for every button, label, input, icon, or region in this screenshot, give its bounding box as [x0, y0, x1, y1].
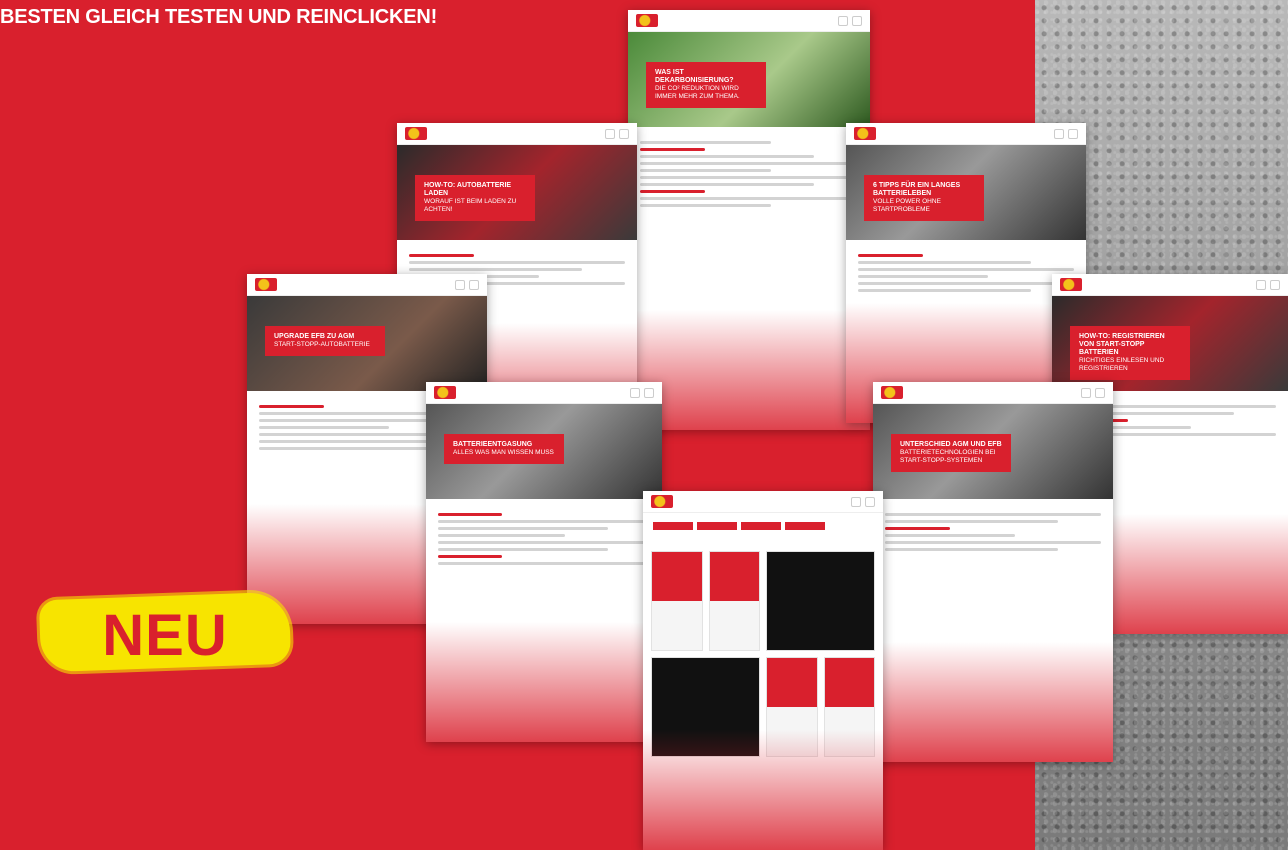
- hero-image: WAS IST DEKARBONISIERUNG? DIE CO² REDUKTI…: [628, 32, 870, 127]
- hero-badge: HOW-TO: REGISTRIEREN VON START-STOPP BAT…: [1070, 326, 1190, 380]
- hero-badge: BATTERIEENTGASUNG ALLES WAS MAN WISSEN MU…: [444, 434, 564, 464]
- banner-logo: [405, 127, 427, 140]
- article-card[interactable]: [708, 551, 760, 651]
- hero-image: 6 TIPPS FÜR EIN LANGES BATTERIELEBEN VOLL…: [846, 145, 1086, 240]
- page-6-tipps[interactable]: 6 TIPPS FÜR EIN LANGES BATTERIELEBEN VOLL…: [846, 123, 1086, 423]
- mail-icon[interactable]: [469, 279, 479, 290]
- page-title: HOW-TO: AUTOBATTERIE LADEN: [424, 182, 512, 197]
- mail-icon[interactable]: [865, 496, 875, 507]
- page-subtitle: DIE CO² REDUKTION WIRD IMMER MEHR ZUM TH…: [655, 85, 740, 100]
- banner-logo: [854, 127, 876, 140]
- mail-icon[interactable]: [1270, 279, 1280, 290]
- hero-image: HOW-TO: REGISTRIEREN VON START-STOPP BAT…: [1052, 296, 1288, 391]
- page-nav-bar: [628, 10, 870, 32]
- heart-icon[interactable]: [838, 15, 848, 26]
- mail-icon[interactable]: [1095, 387, 1105, 398]
- page-subtitle: START-STOPP-AUTOBATTERIE: [274, 341, 370, 348]
- hero-badge: UNTERSCHIED AGM UND EFB BATTERIETECHNOLOG…: [891, 434, 1011, 472]
- heart-icon[interactable]: [605, 128, 615, 139]
- page-nav-bar: [643, 491, 883, 513]
- page-nav-bar: [1052, 274, 1288, 296]
- page-subtitle: ALLES WAS MAN WISSEN MUSS: [453, 449, 554, 456]
- hero-image: BATTERIEENTGASUNG ALLES WAS MAN WISSEN MU…: [426, 404, 662, 499]
- hero-badge: HOW-TO: AUTOBATTERIE LADEN WORAUF IST BEI…: [415, 175, 535, 221]
- banner-logo: [881, 386, 903, 399]
- banner-logo: [255, 278, 277, 291]
- hero-image: UPGRADE EFB ZU AGM START-STOPP-AUTOBATTER…: [247, 296, 487, 391]
- heart-icon[interactable]: [1256, 279, 1266, 290]
- banner-logo: [651, 495, 673, 508]
- hero-image: UNTERSCHIED AGM UND EFB BATTERIETECHNOLOG…: [873, 404, 1113, 499]
- page-dekarbonisierung[interactable]: WAS IST DEKARBONISIERUNG? DIE CO² REDUKTI…: [628, 10, 870, 430]
- page-title: UPGRADE EFB ZU AGM: [274, 333, 355, 340]
- banner-logo: [1060, 278, 1082, 291]
- mail-icon[interactable]: [644, 387, 654, 398]
- page-title: WAS IST DEKARBONISIERUNG?: [655, 69, 734, 84]
- page-nav-bar: [426, 382, 662, 404]
- page-title: UNTERSCHIED AGM UND EFB: [900, 441, 1002, 448]
- new-badge-label: NEU: [102, 603, 228, 668]
- mail-icon[interactable]: [619, 128, 629, 139]
- page-subtitle: WORAUF IST BEIM LADEN ZU ACHTEN!: [424, 198, 517, 213]
- heart-icon[interactable]: [455, 279, 465, 290]
- heart-icon[interactable]: [1054, 128, 1064, 139]
- hero-badge: WAS IST DEKARBONISIERUNG? DIE CO² REDUKTI…: [646, 62, 766, 108]
- article-card[interactable]: [766, 551, 875, 651]
- page-nav-bar: [846, 123, 1086, 145]
- page-nav-bar: [247, 274, 487, 296]
- page-unterschied-agm-efb[interactable]: UNTERSCHIED AGM UND EFB BATTERIETECHNOLOG…: [873, 382, 1113, 762]
- page-nav-bar: [873, 382, 1113, 404]
- mail-icon[interactable]: [852, 15, 862, 26]
- heart-icon[interactable]: [630, 387, 640, 398]
- page-title: 6 TIPPS FÜR EIN LANGES BATTERIELEBEN: [873, 182, 961, 197]
- page-subtitle: RICHTIGES EINLESEN UND REGISTRIEREN: [1079, 357, 1165, 372]
- article-card[interactable]: [651, 551, 703, 651]
- headline: BESTEN GLEICH TESTEN UND REINCLICKEN!: [0, 6, 438, 28]
- page-title: BATTERIEENTGASUNG: [453, 441, 533, 448]
- mail-icon[interactable]: [1068, 128, 1078, 139]
- page-article-overview[interactable]: [643, 491, 883, 850]
- page-title: HOW-TO: REGISTRIEREN VON START-STOPP BAT…: [1079, 333, 1165, 356]
- banner-logo: [434, 386, 456, 399]
- new-badge: NEU: [38, 591, 292, 673]
- hero-image: HOW-TO: AUTOBATTERIE LADEN WORAUF IST BEI…: [397, 145, 637, 240]
- page-subtitle: VOLLE POWER OHNE STARTPROBLEME: [873, 198, 941, 213]
- page-subtitle: BATTERIETECHNOLOGIEN BEI START-STOPP-SYS…: [900, 449, 996, 464]
- heart-icon[interactable]: [1081, 387, 1091, 398]
- banner-logo: [636, 14, 658, 27]
- hero-badge: UPGRADE EFB ZU AGM START-STOPP-AUTOBATTER…: [265, 326, 385, 356]
- page-batterieentgasung[interactable]: BATTERIEENTGASUNG ALLES WAS MAN WISSEN MU…: [426, 382, 662, 742]
- heart-icon[interactable]: [851, 496, 861, 507]
- hero-badge: 6 TIPPS FÜR EIN LANGES BATTERIELEBEN VOLL…: [864, 175, 984, 221]
- page-nav-bar: [397, 123, 637, 145]
